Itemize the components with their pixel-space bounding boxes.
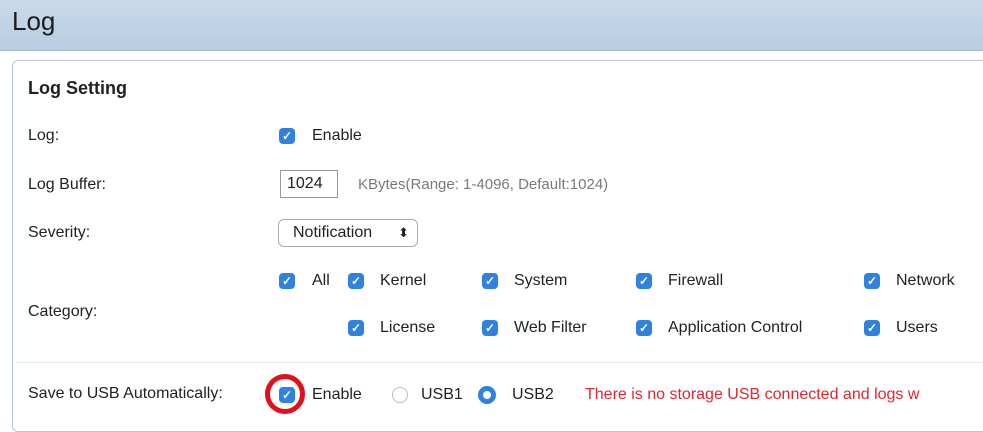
category-firewall-checkbox[interactable]: ✓ [636,273,652,289]
category-firewall-label: Firewall [668,272,724,289]
category-network-checkbox[interactable]: ✓ [864,273,880,289]
log-enable-checkbox[interactable]: ✓ [279,128,295,144]
usb-warning-text: There is no storage USB connected and lo… [585,386,920,403]
usb2-radio[interactable] [478,386,496,404]
category-application-control-label: Application Control [668,319,803,336]
page-title: Log [12,6,56,36]
usb-enable-label: Enable [312,386,362,403]
highlight-circle-annotation [265,374,305,414]
category-kernel-checkbox[interactable]: ✓ [348,273,364,289]
category-network-label: Network [896,272,955,289]
category-license-label: License [380,319,436,336]
category-web-filter-label: Web Filter [514,319,587,336]
category-users-label: Users [896,319,938,336]
category-all-label: All [312,272,330,289]
log-buffer-label: Log Buffer: [28,176,106,193]
usb2-label: USB2 [512,386,554,403]
usb1-radio[interactable] [392,387,408,403]
severity-label: Severity: [28,224,91,241]
category-system-checkbox[interactable]: ✓ [482,273,498,289]
severity-selected-value: Notification [293,224,373,241]
category-kernel-label: Kernel [380,272,427,289]
select-arrows-icon: ⬍ [398,225,409,240]
category-system-label: System [514,272,568,289]
log-setting-panel [12,60,983,432]
section-title: Log Setting [28,78,127,98]
category-application-control-checkbox[interactable]: ✓ [636,320,652,336]
log-buffer-hint: KBytes(Range: 1-4096, Default:1024) [358,176,609,193]
save-to-usb-label: Save to USB Automatically: [28,385,223,402]
category-all-checkbox[interactable]: ✓ [279,273,295,289]
category-users-checkbox[interactable]: ✓ [864,320,880,336]
page-header: Log [0,0,983,51]
severity-select[interactable]: Notification ⬍ [278,219,418,247]
category-web-filter-checkbox[interactable]: ✓ [482,320,498,336]
category-label: Category: [28,303,98,320]
log-buffer-input[interactable] [280,170,338,198]
divider [16,362,983,363]
log-label: Log: [28,127,60,144]
category-license-checkbox[interactable]: ✓ [348,320,364,336]
usb1-label: USB1 [421,386,463,403]
log-enable-label: Enable [312,127,362,144]
